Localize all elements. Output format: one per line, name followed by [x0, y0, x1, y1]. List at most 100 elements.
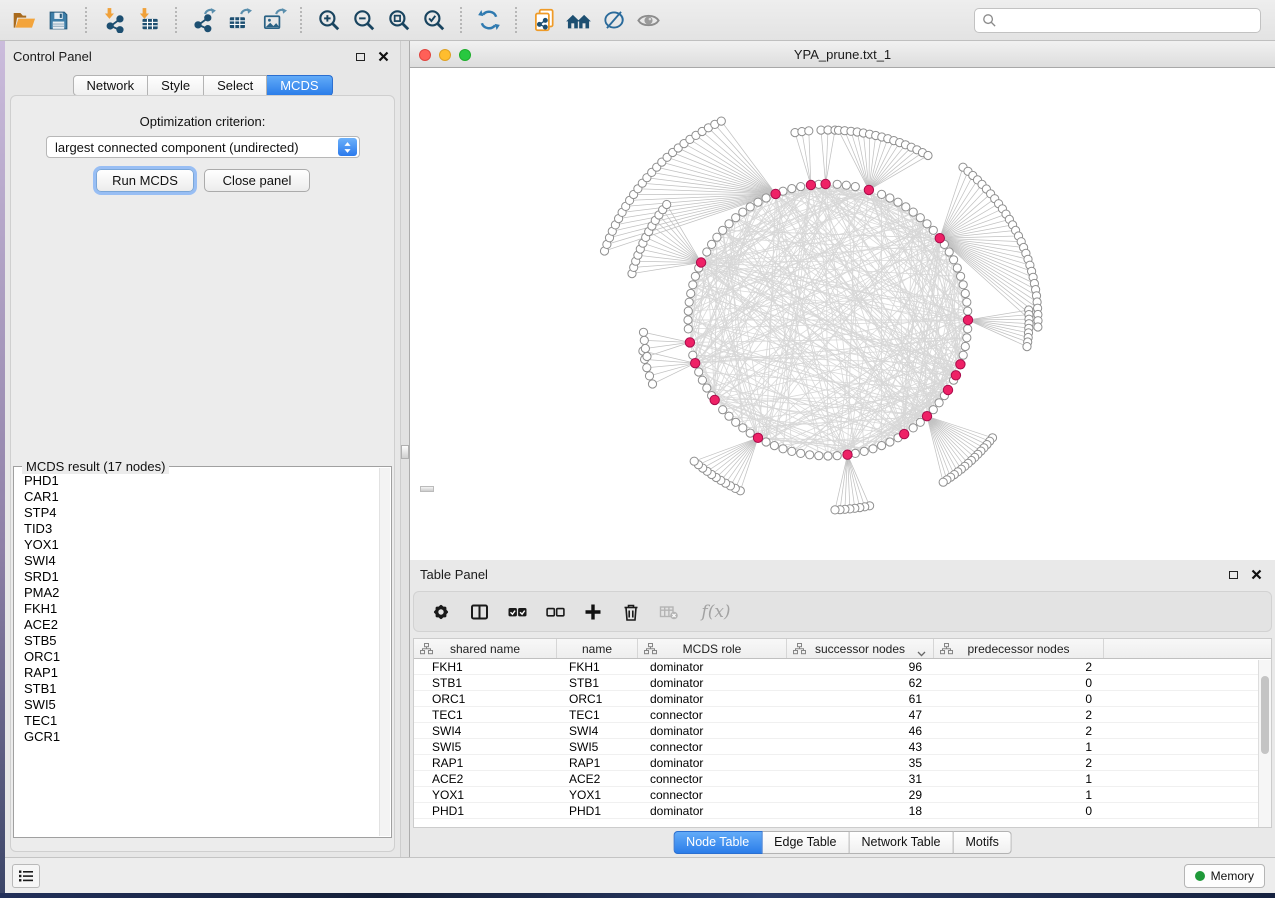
table-cell[interactable]: connector [638, 787, 787, 802]
import-network-icon[interactable] [96, 5, 131, 35]
table-cell[interactable]: dominator [638, 659, 787, 674]
optimization-criterion-select[interactable]: largest connected component (undirected) [46, 136, 360, 158]
table-scrollbar[interactable] [1258, 660, 1271, 827]
table-cell[interactable]: dominator [638, 691, 787, 706]
table-cell[interactable]: 62 [787, 675, 934, 690]
column-header-mcds-role[interactable]: MCDS role [638, 639, 787, 658]
search-input[interactable] [1002, 13, 1260, 28]
mcds-result-item[interactable]: SWI4 [15, 553, 378, 569]
tab-mcds[interactable]: MCDS [267, 75, 332, 96]
table-cell[interactable]: connector [638, 739, 787, 754]
table-row[interactable]: YOX1YOX1connector291 [414, 787, 1271, 803]
table-cell[interactable]: 0 [934, 691, 1104, 706]
column-header-predecessor-nodes[interactable]: predecessor nodes [934, 639, 1104, 658]
table-cell[interactable]: dominator [638, 723, 787, 738]
tab-select[interactable]: Select [204, 75, 267, 96]
table-cell[interactable]: SWI4 [414, 723, 557, 738]
column-header-name[interactable]: name [557, 639, 638, 658]
zoom-out-icon[interactable] [346, 5, 381, 35]
table-cell[interactable]: 1 [934, 787, 1104, 802]
network-canvas[interactable] [410, 68, 1275, 560]
table-cell[interactable]: 43 [787, 739, 934, 754]
close-panel-icon[interactable] [377, 50, 390, 63]
table-cell[interactable]: dominator [638, 803, 787, 818]
table-cell[interactable]: 35 [787, 755, 934, 770]
table-cell[interactable]: 18 [787, 803, 934, 818]
mcds-result-item[interactable]: FKH1 [15, 601, 378, 617]
table-row[interactable]: SWI4SWI4dominator462 [414, 723, 1271, 739]
table-cell[interactable]: PHD1 [557, 803, 638, 818]
mcds-result-item[interactable]: STB1 [15, 681, 378, 697]
import-table-icon[interactable] [131, 5, 166, 35]
table-tab-motifs[interactable]: Motifs [953, 831, 1011, 854]
table-cell[interactable]: 2 [934, 755, 1104, 770]
delete-icon[interactable] [620, 601, 642, 623]
table-cell[interactable]: FKH1 [414, 659, 557, 674]
mcds-result-item[interactable]: SWI5 [15, 697, 378, 713]
table-tab-edge-table[interactable]: Edge Table [762, 831, 849, 854]
mcds-result-item[interactable]: GCR1 [15, 729, 378, 745]
table-cell[interactable]: 31 [787, 771, 934, 786]
table-cell[interactable]: YOX1 [557, 787, 638, 802]
close-table-panel-icon[interactable] [1250, 568, 1263, 581]
houses-icon[interactable] [561, 5, 596, 35]
table-row[interactable]: STB1STB1dominator620 [414, 675, 1271, 691]
mcds-result-item[interactable]: PMA2 [15, 585, 378, 601]
table-cell[interactable]: PHD1 [414, 803, 557, 818]
mcds-result-item[interactable]: ACE2 [15, 617, 378, 633]
export-network-icon[interactable] [186, 5, 221, 35]
table-cell[interactable]: dominator [638, 755, 787, 770]
mcds-result-item[interactable]: YOX1 [15, 537, 378, 553]
table-row[interactable]: FKH1FKH1dominator962 [414, 659, 1271, 675]
table-cell[interactable]: SWI5 [414, 739, 557, 754]
zoom-in-icon[interactable] [311, 5, 346, 35]
settings-gear-icon[interactable] [430, 601, 452, 623]
table-cell[interactable]: ORC1 [414, 691, 557, 706]
float-table-panel-icon[interactable] [1227, 568, 1240, 581]
tab-style[interactable]: Style [148, 75, 204, 96]
run-mcds-button[interactable]: Run MCDS [96, 169, 194, 192]
mcds-result-item[interactable]: STP4 [15, 505, 378, 521]
table-cell[interactable]: 46 [787, 723, 934, 738]
canvas-splitter-handle[interactable] [420, 486, 434, 492]
mcds-result-item[interactable]: TEC1 [15, 713, 378, 729]
table-cell[interactable]: 0 [934, 803, 1104, 818]
table-row[interactable]: PHD1PHD1dominator180 [414, 803, 1271, 819]
table-cell[interactable]: STB1 [557, 675, 638, 690]
table-cell[interactable]: FKH1 [557, 659, 638, 674]
table-cell[interactable]: dominator [638, 675, 787, 690]
hide-graphics-details-icon[interactable] [596, 5, 631, 35]
zoom-selected-icon[interactable] [416, 5, 451, 35]
show-columns-icon[interactable] [468, 601, 490, 623]
table-row[interactable]: TEC1TEC1connector472 [414, 707, 1271, 723]
table-cell[interactable]: ACE2 [557, 771, 638, 786]
table-cell[interactable]: RAP1 [557, 755, 638, 770]
table-cell[interactable]: ACE2 [414, 771, 557, 786]
table-cell[interactable]: 1 [934, 771, 1104, 786]
table-cell[interactable]: TEC1 [414, 707, 557, 722]
panel-splitter[interactable] [400, 41, 410, 857]
refresh-layout-icon[interactable] [471, 5, 506, 35]
table-cell[interactable]: connector [638, 707, 787, 722]
table-cell[interactable]: 29 [787, 787, 934, 802]
mcds-result-item[interactable]: PHD1 [15, 473, 378, 489]
table-cell[interactable]: STB1 [414, 675, 557, 690]
table-cell[interactable]: SWI4 [557, 723, 638, 738]
mcds-result-item[interactable]: CAR1 [15, 489, 378, 505]
zoom-fit-icon[interactable] [381, 5, 416, 35]
open-file-icon[interactable] [6, 5, 41, 35]
eye-icon[interactable] [631, 5, 666, 35]
export-image-icon[interactable] [256, 5, 291, 35]
document-network-icon[interactable] [526, 5, 561, 35]
table-cell[interactable]: 61 [787, 691, 934, 706]
select-all-icon[interactable] [506, 601, 528, 623]
deselect-all-icon[interactable] [544, 601, 566, 623]
table-cell[interactable]: 96 [787, 659, 934, 674]
table-tab-node-table[interactable]: Node Table [673, 831, 762, 854]
column-header-successor-nodes[interactable]: successor nodes [787, 639, 934, 658]
table-cell[interactable]: connector [638, 771, 787, 786]
mcds-result-item[interactable]: ORC1 [15, 649, 378, 665]
save-session-icon[interactable] [41, 5, 76, 35]
table-scrollbar-thumb[interactable] [1261, 676, 1269, 754]
table-cell[interactable]: 47 [787, 707, 934, 722]
